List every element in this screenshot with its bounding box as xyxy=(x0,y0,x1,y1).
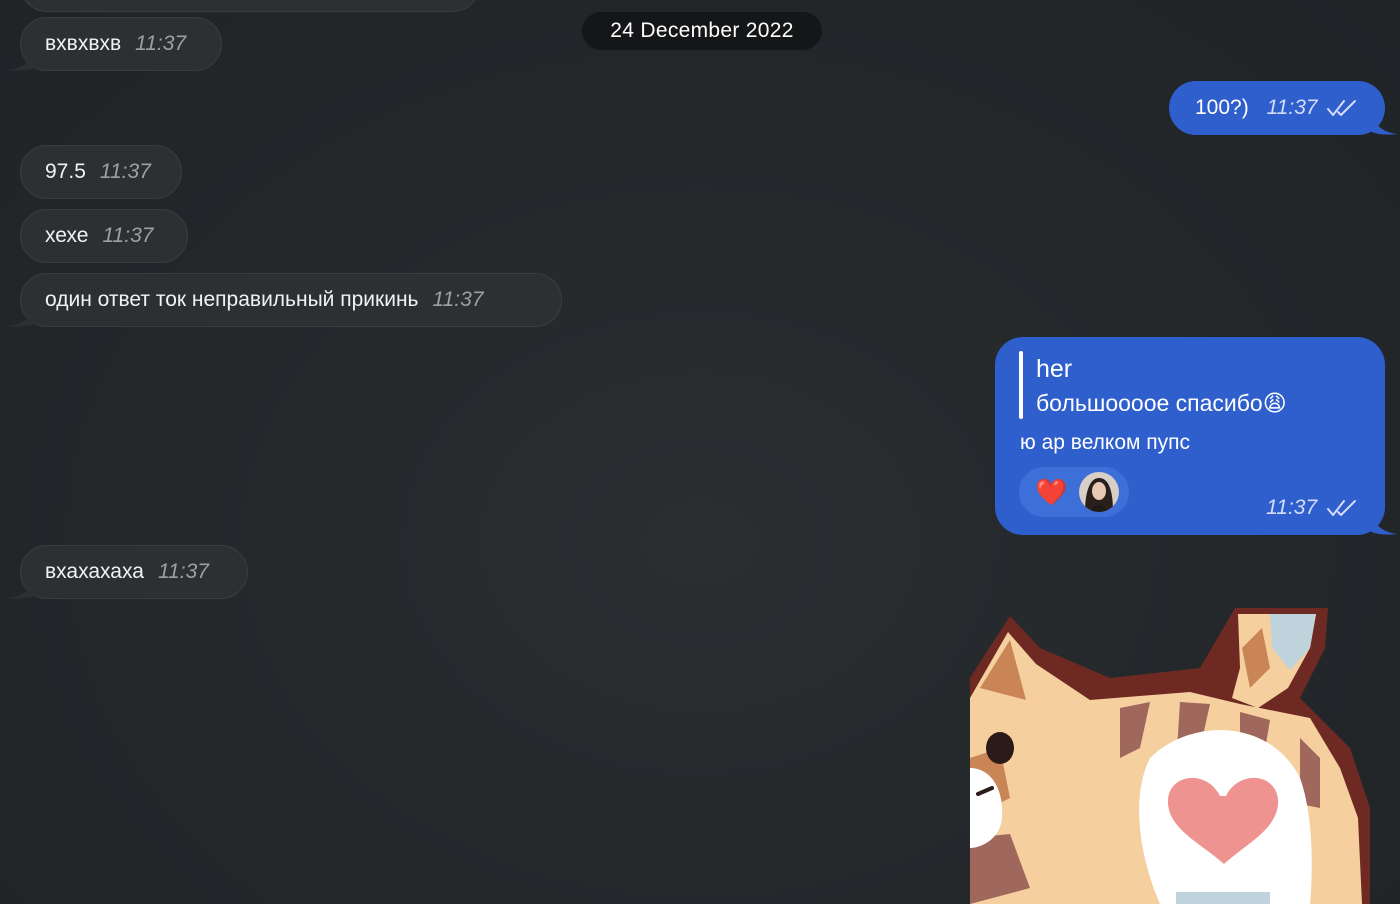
message-bubble-incoming[interactable]: 97.5 11:37 xyxy=(20,145,182,199)
message-text: ю ар велком пупс xyxy=(1020,431,1191,454)
message-text: вхахахаха xyxy=(45,560,144,583)
reply-quote-text-content: большоооое спасибо xyxy=(1036,390,1263,416)
bubble-tail xyxy=(1370,113,1398,135)
date-separator: 24 December 2022 xyxy=(582,12,822,50)
heart-reaction-icon: ❤️ xyxy=(1035,477,1068,507)
bubble-tail xyxy=(8,49,36,71)
reply-quote-text[interactable]: большоооое спасибо😩 xyxy=(1036,387,1287,419)
reaction-pill[interactable]: ❤️ xyxy=(1019,467,1129,517)
double-check-icon xyxy=(1327,100,1357,117)
message-bubble-partial[interactable] xyxy=(20,0,480,12)
message-time: 11:37 xyxy=(102,224,154,247)
message-bubble-outgoing[interactable]: 100?) 11:37 xyxy=(1169,81,1385,135)
message-time: 11:37 xyxy=(99,160,151,183)
message-bubble-incoming[interactable]: вхвхвхв 11:37 xyxy=(20,17,222,71)
sticker-image xyxy=(970,608,1370,904)
message-time: 11:37 xyxy=(432,288,484,311)
message-time: 11:37 xyxy=(135,32,187,55)
message-bubble-reply[interactable]: her большоооое спасибо😩 ю ар велком пупс… xyxy=(995,337,1385,535)
reply-quote-bar xyxy=(1019,351,1023,419)
reply-quote-author[interactable]: her xyxy=(1036,353,1072,385)
double-check-icon xyxy=(1327,500,1356,517)
message-bubble-incoming[interactable]: вхахахаха 11:37 xyxy=(20,545,248,599)
avatar xyxy=(1079,472,1119,512)
chat-view: 24 December 2022 вхвхвхв 11:37 100?) 11:3… xyxy=(0,0,1400,904)
message-bubble-incoming[interactable]: хехе 11:37 xyxy=(20,209,188,263)
message-text: 97.5 xyxy=(45,160,86,183)
message-time: 11:37 xyxy=(1266,96,1318,119)
message-meta: 11:37 xyxy=(1266,493,1359,523)
message-text: один ответ ток неправильный прикинь xyxy=(45,288,419,311)
weary-face-emoji-icon: 😩 xyxy=(1262,390,1287,416)
message-text: 100?) xyxy=(1195,96,1249,119)
bubble-tail xyxy=(1370,513,1398,535)
bubble-tail xyxy=(8,305,36,327)
cat-heart-sticker[interactable] xyxy=(970,608,1400,904)
bubble-tail xyxy=(8,577,36,599)
message-bubble-incoming[interactable]: один ответ ток неправильный прикинь 11:37 xyxy=(20,273,562,327)
message-text: вхвхвхв xyxy=(45,32,122,55)
message-time: 11:37 xyxy=(157,560,209,583)
message-time: 11:37 xyxy=(1266,496,1318,519)
message-text: хехе xyxy=(45,224,89,247)
